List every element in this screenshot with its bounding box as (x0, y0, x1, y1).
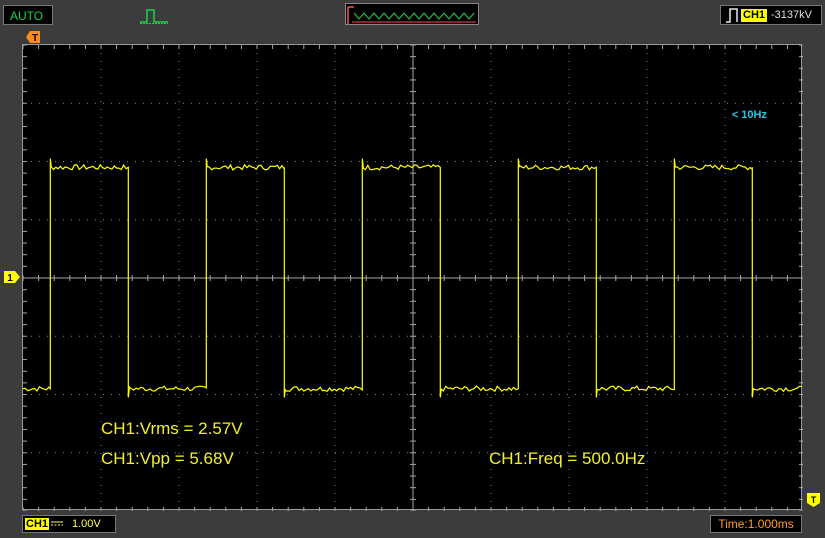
acquisition-mode-button[interactable]: AUTO (3, 5, 53, 25)
timebase-panel[interactable]: Time:1.000ms (710, 515, 802, 533)
measurement-vpp: CH1:Vpp = 5.68V (101, 449, 234, 468)
trigger-channel-badge: CH1 (741, 9, 768, 22)
pulse-trigger-icon[interactable] (138, 5, 170, 25)
overview-wave-icon (347, 6, 476, 24)
trigger-panel[interactable]: CH1 -3137kV (720, 5, 822, 25)
status-bar: CH1 1.00V Time:1.000ms (0, 514, 825, 538)
channel-offset-label: 1 (7, 273, 13, 283)
channel-badge: CH1 (25, 518, 50, 530)
measurement-freq: CH1:Freq = 500.0Hz (489, 449, 646, 468)
oscilloscope-window: AUTO CH1 -3137kV T 1 < 10Hz CH1:Vrms = 2… (0, 0, 825, 538)
graticule (23, 45, 803, 511)
frequency-hint: < 10Hz (731, 109, 767, 121)
timebase-label: Time:1.000ms (718, 517, 794, 531)
volts-per-div: 1.00V (72, 518, 101, 530)
scope-display[interactable]: < 10Hz CH1:Vrms = 2.57V CH1:Vpp = 5.68V … (22, 44, 803, 511)
channel-scale-panel[interactable]: CH1 1.00V (22, 515, 116, 533)
dc-coupling-icon (51, 521, 63, 526)
trigger-level-marker[interactable]: T (807, 493, 820, 507)
measurement-vrms: CH1:Vrms = 2.57V (101, 419, 243, 438)
trigger-level-marker-label: T (811, 495, 817, 505)
trigger-position-label: T (32, 33, 38, 43)
rising-edge-icon (726, 8, 738, 23)
waveform-plot (23, 45, 803, 511)
channel-offset-marker[interactable]: 1 (4, 271, 20, 283)
acquisition-mode-label: AUTO (10, 9, 44, 23)
waveform-overview[interactable] (345, 3, 479, 25)
trigger-level: -3137kV (771, 9, 812, 21)
trigger-position-marker[interactable]: T (26, 31, 40, 43)
top-toolbar: AUTO CH1 -3137kV (0, 0, 825, 30)
